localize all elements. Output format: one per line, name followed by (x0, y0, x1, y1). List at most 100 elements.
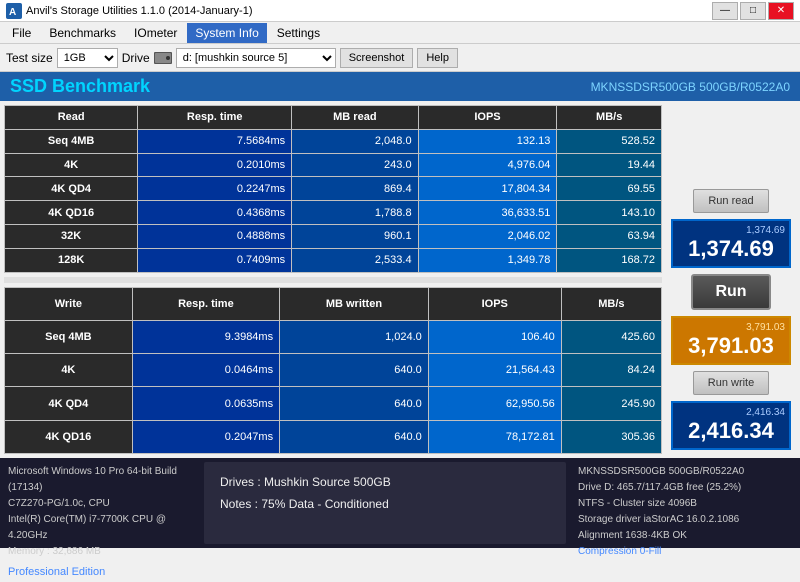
mbs: 69.55 (557, 177, 662, 201)
toolbar: Test size 1GB 512MB 4GB Drive d: [mushki… (0, 44, 800, 72)
mb-written: 640.0 (280, 354, 429, 387)
app-icon: A (6, 3, 22, 19)
read-score-big: 1,374.69 (677, 236, 785, 262)
write-score-big: 2,416.34 (677, 418, 785, 444)
table-row: 4K QD4 0.2247ms 869.4 17,804.34 69.55 (5, 177, 662, 201)
read-score-small: 1,374.69 (677, 225, 785, 236)
read-header-label: Read (5, 106, 138, 130)
drive-select[interactable]: d: [mushkin source 5] (176, 48, 336, 68)
menu-iometer[interactable]: IOmeter (126, 23, 185, 43)
row-label: 4K QD4 (5, 177, 138, 201)
resp-time: 7.5684ms (138, 129, 292, 153)
mb-read: 243.0 (292, 153, 418, 177)
table-row: 4K QD16 0.2047ms 640.0 78,172.81 305.36 (5, 420, 662, 453)
test-size-label: Test size (6, 51, 53, 65)
row-label: 4K (5, 153, 138, 177)
row-label: 32K (5, 224, 138, 248)
resp-time: 0.0464ms (132, 354, 279, 387)
mbs: 63.94 (557, 224, 662, 248)
iops: 1,349.78 (418, 248, 557, 272)
iops: 21,564.43 (428, 354, 561, 387)
menu-system-info[interactable]: System Info (187, 23, 266, 43)
read-header-mb: MB read (292, 106, 418, 130)
mbs: 245.90 (561, 387, 661, 420)
table-row: 128K 0.7409ms 2,533.4 1,349.78 168.72 (5, 248, 662, 272)
table-row: 4K 0.0464ms 640.0 21,564.43 84.24 (5, 354, 662, 387)
drive-storage-driver: Storage driver iaStorAC 16.0.2.1086 (578, 512, 792, 528)
row-label: Seq 4MB (5, 129, 138, 153)
status-os: Microsoft Windows 10 Pro 64-bit Build (1… (8, 464, 192, 496)
resp-time: 0.2247ms (138, 177, 292, 201)
resp-time: 0.0635ms (132, 387, 279, 420)
mb-written: 640.0 (280, 387, 429, 420)
resp-time: 9.3984ms (132, 320, 279, 353)
drive-label: Drive (122, 51, 150, 65)
resp-time: 0.4368ms (138, 201, 292, 225)
status-right: MKNSSDSR500GB 500GB/R0522A0 Drive D: 465… (570, 458, 800, 548)
table-row: 4K QD16 0.4368ms 1,788.8 36,633.51 143.1… (5, 201, 662, 225)
mb-read: 1,788.8 (292, 201, 418, 225)
row-label: 4K QD4 (5, 387, 133, 420)
maximize-button[interactable]: □ (740, 2, 766, 20)
table-row: Seq 4MB 7.5684ms 2,048.0 132.13 528.52 (5, 129, 662, 153)
benchmark-title: SSD Benchmark (10, 76, 150, 97)
close-button[interactable]: ✕ (768, 2, 794, 20)
row-label: 4K QD16 (5, 201, 138, 225)
total-score-big: 3,791.03 (677, 333, 785, 359)
menu-file[interactable]: File (4, 23, 39, 43)
iops: 78,172.81 (428, 420, 561, 453)
help-button[interactable]: Help (417, 48, 458, 68)
run-read-button[interactable]: Run read (693, 189, 769, 213)
menu-settings[interactable]: Settings (269, 23, 328, 43)
drive-model: MKNSSDSR500GB 500GB/R0522A0 (578, 464, 792, 480)
write-table: Write Resp. time MB written IOPS MB/s Se… (4, 287, 662, 455)
write-header-resp: Resp. time (132, 287, 279, 320)
iops: 106.40 (428, 320, 561, 353)
mb-read: 2,533.4 (292, 248, 418, 272)
table-row: Seq 4MB 9.3984ms 1,024.0 106.40 425.60 (5, 320, 662, 353)
row-label: Seq 4MB (5, 320, 133, 353)
table-row: 4K 0.2010ms 243.0 4,976.04 19.44 (5, 153, 662, 177)
read-score-box: 1,374.69 1,374.69 (671, 219, 791, 268)
status-mb: C7Z270-PG/1.0c, CPU (8, 496, 192, 512)
write-score-box: 2,416.34 2,416.34 (671, 401, 791, 450)
notes-info: Notes : 75% Data - Conditioned (220, 494, 550, 516)
iops: 132.13 (418, 129, 557, 153)
run-button[interactable]: Run (691, 274, 771, 310)
menu-benchmarks[interactable]: Benchmarks (41, 23, 124, 43)
screenshot-button[interactable]: Screenshot (340, 48, 414, 68)
resp-time: 0.2047ms (132, 420, 279, 453)
status-center: Drives : Mushkin Source 500GB Notes : 75… (204, 462, 566, 544)
test-size-select[interactable]: 1GB 512MB 4GB (57, 48, 118, 68)
read-header-iops: IOPS (418, 106, 557, 130)
mb-written: 1,024.0 (280, 320, 429, 353)
run-write-button[interactable]: Run write (693, 371, 769, 395)
status-left: Microsoft Windows 10 Pro 64-bit Build (1… (0, 458, 200, 548)
read-header-resp: Resp. time (138, 106, 292, 130)
window-controls[interactable]: — □ ✕ (712, 2, 794, 20)
benchmark-header: SSD Benchmark MKNSSDSR500GB 500GB/R0522A… (0, 72, 800, 101)
total-score-box: 3,791.03 3,791.03 (671, 316, 791, 365)
iops: 36,633.51 (418, 201, 557, 225)
row-label: 4K (5, 354, 133, 387)
menu-bar: File Benchmarks IOmeter System Info Sett… (0, 22, 800, 44)
write-header-iops: IOPS (428, 287, 561, 320)
table-row: 4K QD4 0.0635ms 640.0 62,950.56 245.90 (5, 387, 662, 420)
read-header-mbs: MB/s (557, 106, 662, 130)
write-header-mbs: MB/s (561, 287, 661, 320)
title-bar: A Anvil's Storage Utilities 1.1.0 (2014-… (0, 0, 800, 22)
resp-time: 0.4888ms (138, 224, 292, 248)
mbs: 528.52 (557, 129, 662, 153)
mbs: 305.36 (561, 420, 661, 453)
mbs: 168.72 (557, 248, 662, 272)
row-label: 128K (5, 248, 138, 272)
resp-time: 0.7409ms (138, 248, 292, 272)
mb-written: 640.0 (280, 420, 429, 453)
status-memory: Memory : 32,686 MB (8, 544, 192, 560)
drive-fs: NTFS - Cluster size 4096B (578, 496, 792, 512)
minimize-button[interactable]: — (712, 2, 738, 20)
write-header-mb: MB written (280, 287, 429, 320)
total-score-small: 3,791.03 (677, 322, 785, 333)
mb-read: 869.4 (292, 177, 418, 201)
iops: 2,046.02 (418, 224, 557, 248)
